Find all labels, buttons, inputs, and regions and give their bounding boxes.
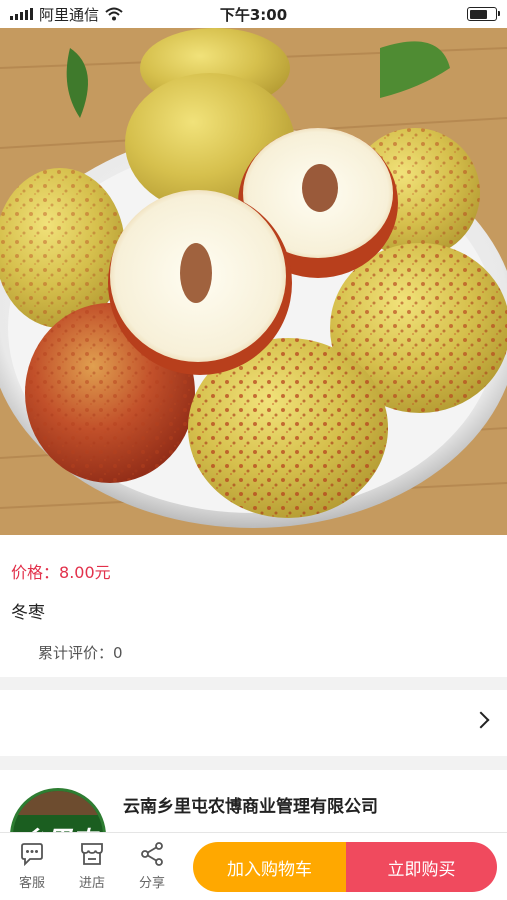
share-button[interactable]: 分享 xyxy=(127,841,177,891)
product-info: 价格：8.00元 冬枣 累计评价：0 xyxy=(0,535,507,677)
share-icon xyxy=(141,842,163,866)
price-label: 价格： xyxy=(11,563,60,582)
enter-shop-button[interactable]: 进店 xyxy=(67,841,117,891)
review-count: 累计评价：0 xyxy=(38,642,123,663)
spec-select-row[interactable] xyxy=(0,690,507,756)
shop-name: 云南乡里屯农博商业管理有限公司 xyxy=(123,797,378,817)
add-to-cart-button[interactable]: 加入购物车 xyxy=(193,842,346,892)
customer-service-button[interactable]: 客服 xyxy=(7,841,57,891)
enter-shop-label: 进店 xyxy=(78,876,105,891)
bottom-action-bar: 客服 进店 分享 加入购物车 立即购买 xyxy=(0,832,507,900)
status-bar: 阿里通信 下午3:00 xyxy=(0,0,507,28)
chevron-right-icon[interactable] xyxy=(472,711,490,729)
carrier-name: 阿里通信 xyxy=(39,5,100,24)
store-icon xyxy=(81,843,103,865)
chat-icon xyxy=(21,843,43,867)
buy-now-button[interactable]: 立即购买 xyxy=(346,842,497,892)
reviews-value: 0 xyxy=(113,644,123,662)
price-value: 8.00元 xyxy=(59,563,111,582)
wifi-icon xyxy=(105,7,123,21)
shop-card[interactable]: 乡里屯 云南乡里屯农博商业管理有限公司 xyxy=(0,770,507,840)
share-label: 分享 xyxy=(138,876,165,891)
status-left: 阿里通信 xyxy=(10,4,123,25)
price: 价格：8.00元 xyxy=(11,559,111,583)
reviews-label: 累计评价： xyxy=(38,644,114,662)
product-name: 冬枣 xyxy=(11,603,45,623)
battery-icon xyxy=(467,7,500,21)
signal-icon xyxy=(10,8,33,20)
product-image[interactable] xyxy=(0,28,507,535)
customer-service-label: 客服 xyxy=(18,876,45,891)
